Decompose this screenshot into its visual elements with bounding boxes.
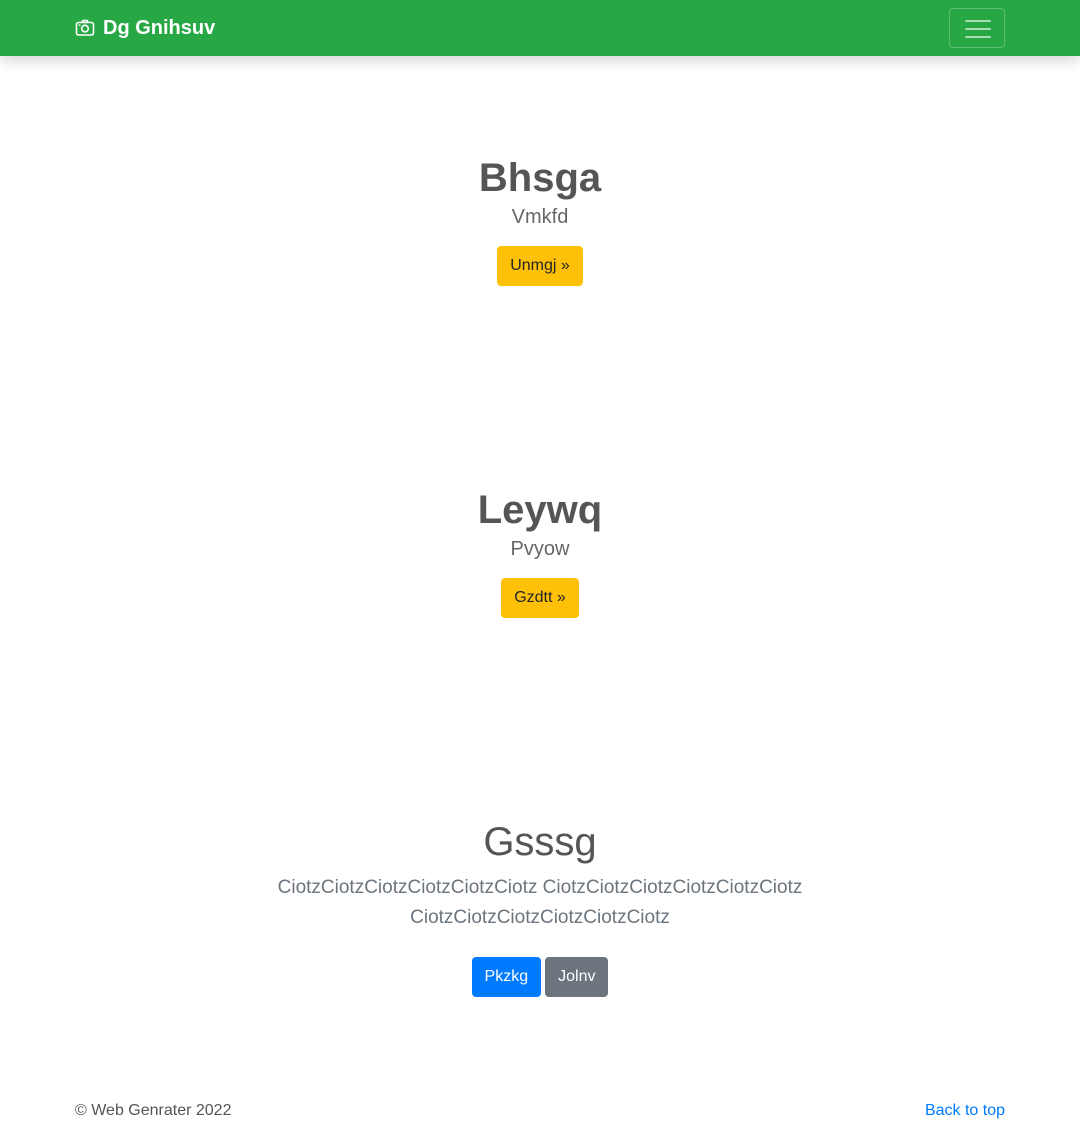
section-subtitle: Pvyow (510, 538, 570, 560)
camera-icon (75, 19, 95, 36)
button-row: Unmgj » (0, 246, 1080, 286)
footer: © Web Genrater 2022 Back to top (0, 1094, 1080, 1122)
hero-section-3: Gsssg CiotzCiotzCiotzCiotzCiotzCiotz Cio… (0, 817, 1080, 997)
section-lead-text: CiotzCiotzCiotzCiotzCiotzCiotz CiotzCiot… (277, 877, 803, 928)
hero-section-2: Leywq Pvyow Gzdtt » (0, 486, 1080, 618)
section-title: Gsssg (483, 820, 597, 864)
navbar: Dg Gnihsuv (0, 0, 1080, 56)
copyright-text: © Web Genrater 2022 (75, 1102, 232, 1119)
section-title: Leywq (477, 488, 603, 532)
hamburger-menu-icon (965, 20, 991, 38)
back-to-top-link[interactable]: Back to top (925, 1100, 1005, 1122)
hero-section-1: Bhsga Vmkfd Unmgj » (0, 154, 1080, 286)
unmgj-button[interactable]: Unmgj » (497, 246, 583, 286)
brand-text: Dg Gnihsuv (103, 16, 216, 39)
button-row: Pkzkg Jolnv (0, 957, 1080, 997)
section-title: Bhsga (478, 156, 602, 200)
section-subtitle: Vmkfd (511, 206, 569, 228)
navbar-toggler-button[interactable] (949, 8, 1005, 48)
gzdtt-button[interactable]: Gzdtt » (501, 578, 579, 618)
jolnv-button[interactable]: Jolnv (545, 957, 609, 997)
navbar-brand[interactable]: Dg Gnihsuv (75, 0, 215, 56)
button-row: Gzdtt » (0, 578, 1080, 618)
pkzkg-button[interactable]: Pkzkg (471, 957, 542, 997)
